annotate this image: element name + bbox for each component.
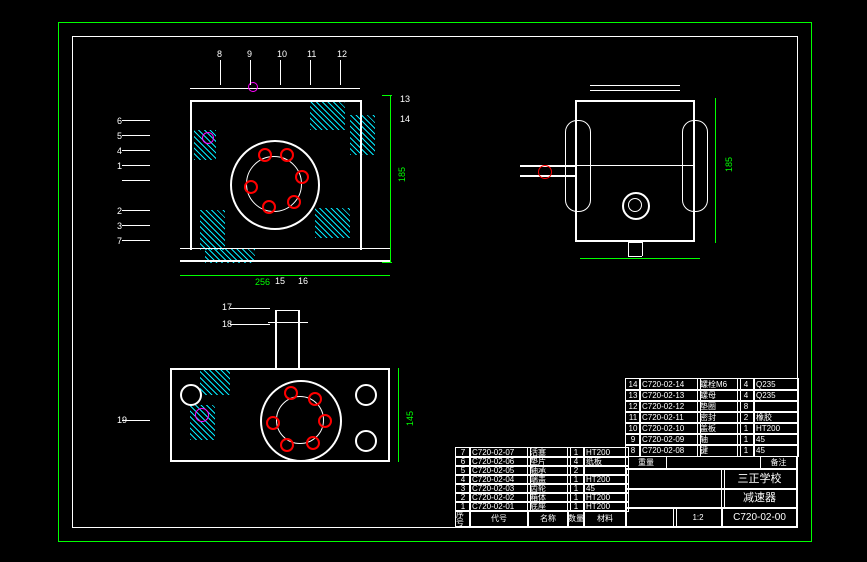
balloon-15: 15	[275, 277, 285, 286]
balloon-8: 8	[217, 50, 222, 59]
title-block: 三正学校 减速器 C720-02-00 1:2	[625, 468, 797, 527]
title-dwgno: C720-02-00	[721, 507, 798, 528]
view-top-right	[520, 70, 750, 270]
dim-top-right-v: 185	[725, 157, 734, 172]
balloon-12: 12	[337, 50, 347, 59]
balloon-17: 17	[222, 303, 232, 312]
balloon-13: 13	[400, 95, 410, 104]
hdr-name: 名称	[527, 510, 569, 527]
view-top-left	[150, 60, 430, 290]
balloon-18: 18	[222, 320, 232, 329]
title-scale: 1:2	[673, 507, 723, 528]
balloon-5: 5	[117, 132, 122, 141]
balloon-19: 19	[117, 416, 127, 425]
balloon-9: 9	[247, 50, 252, 59]
balloon-16: 16	[298, 277, 308, 286]
parts-cell-name: 键	[697, 444, 741, 457]
title-title: 减速器	[721, 488, 798, 509]
balloon-7: 7	[117, 237, 122, 246]
balloon-14: 14	[400, 115, 410, 124]
hdr-mat: 材料	[583, 510, 627, 527]
balloon-6: 6	[117, 117, 122, 126]
balloon-3: 3	[117, 222, 122, 231]
balloon-11: 11	[307, 50, 316, 59]
balloon-1: 1	[117, 162, 122, 171]
dim-top-left-h: 256	[255, 278, 270, 287]
title-company: 三正学校	[721, 469, 798, 490]
balloon-10: 10	[277, 50, 287, 59]
hdr-code: 代号	[469, 510, 529, 527]
drawing-canvas[interactable]: 6 5 4 1 2 3 7 8 9 10 11 12 13 14 15 16 2…	[0, 0, 867, 562]
view-bottom-left	[150, 310, 430, 490]
dim-top-left-v: 185	[398, 167, 407, 182]
balloon-2: 2	[117, 207, 122, 216]
dim-bottom-left-v: 145	[406, 411, 415, 426]
balloon-4: 4	[117, 147, 122, 156]
